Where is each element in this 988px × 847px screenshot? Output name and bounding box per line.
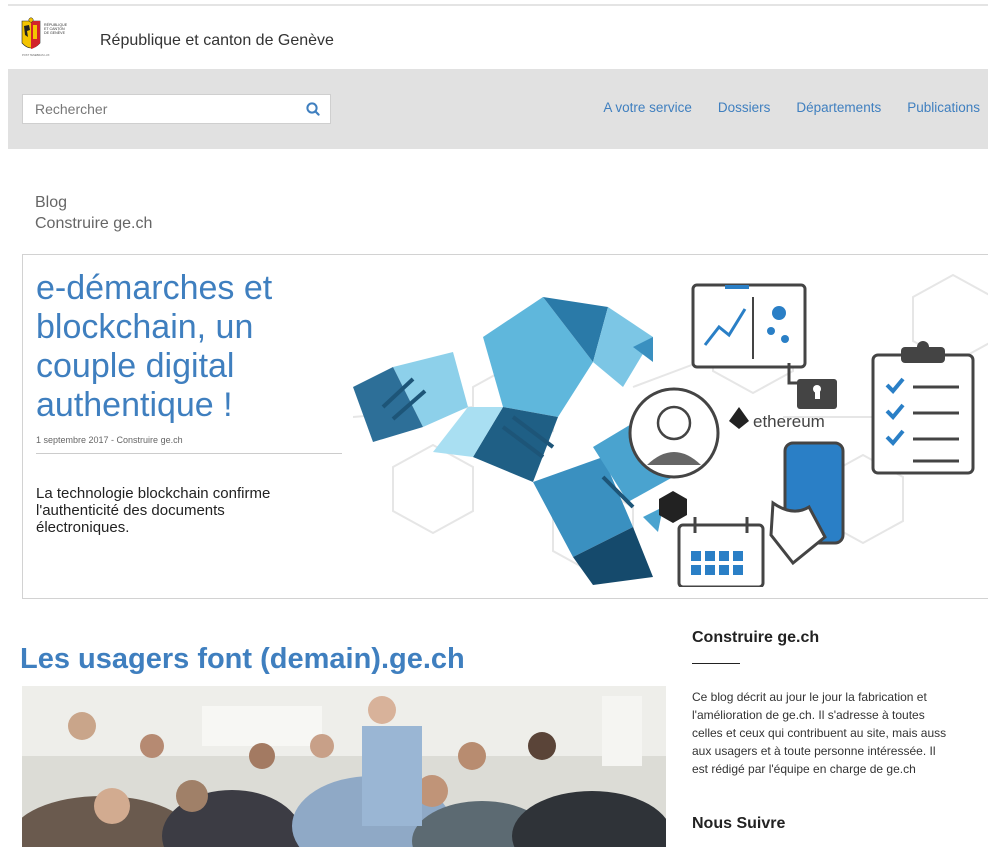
ethereum-label: ethereum [753,412,825,431]
blog-title[interactable]: Construire ge.ch [35,213,152,234]
site-name[interactable]: République et canton de Genève [100,32,334,50]
search-input[interactable] [23,95,293,123]
nav-publications[interactable]: Publications [907,100,980,115]
main-nav: A votre service Dossiers Départements Pu… [603,100,980,115]
featured-article[interactable]: e-démarches et blockchain, un couple dig… [22,254,988,599]
sidebar-line: l'amélioration de ge.ch. Il s'adresse à … [692,708,925,722]
article-title[interactable]: Les usagers font (demain).ge.ch [20,643,465,676]
featured-divider [36,453,342,454]
nav-departements[interactable]: Départements [796,100,881,115]
svg-text:POST TENEBRAS LUX: POST TENEBRAS LUX [22,53,50,57]
navigation-band: A votre service Dossiers Départements Pu… [8,69,988,149]
geneva-crest-icon[interactable]: RÉPUBLIQUE ET CANTON DE GENÈVE POST TENE… [20,17,84,57]
featured-title[interactable]: e-démarches et blockchain, un couple dig… [36,269,326,425]
svg-text:DE GENÈVE: DE GENÈVE [44,30,66,35]
sidebar-line: aux usagers et à toute personne intéress… [692,744,936,758]
nav-a-votre-service[interactable]: A votre service [603,100,692,115]
sidebar-heading-follow: Nous Suivre [692,815,786,832]
blockchain-illustration[interactable]: ethereum [352,267,988,589]
site-header: RÉPUBLIQUE ET CANTON DE GENÈVE POST TENE… [0,6,988,69]
blog-label: Blog [35,194,68,211]
search-box [22,94,331,124]
sidebar-line: est rédigé par l'équipe en charge de ge.… [692,762,916,776]
sidebar-description: Ce blog décrit au jour le jour la fabric… [692,688,988,778]
sidebar-line: Ce blog décrit au jour le jour la fabric… [692,690,927,704]
sidebar-divider [692,663,740,664]
sidebar-heading-construire: Construire ge.ch [692,629,820,646]
featured-meta: 1 septembre 2017 - Construire ge.ch [36,435,183,445]
search-icon[interactable] [302,99,324,119]
featured-summary: La technologie blockchain confirme l'aut… [36,485,271,536]
article-photo[interactable] [22,686,666,847]
nav-dossiers[interactable]: Dossiers [718,100,771,115]
sidebar-line: celles et ceux qui contribuent au site, … [692,726,947,740]
